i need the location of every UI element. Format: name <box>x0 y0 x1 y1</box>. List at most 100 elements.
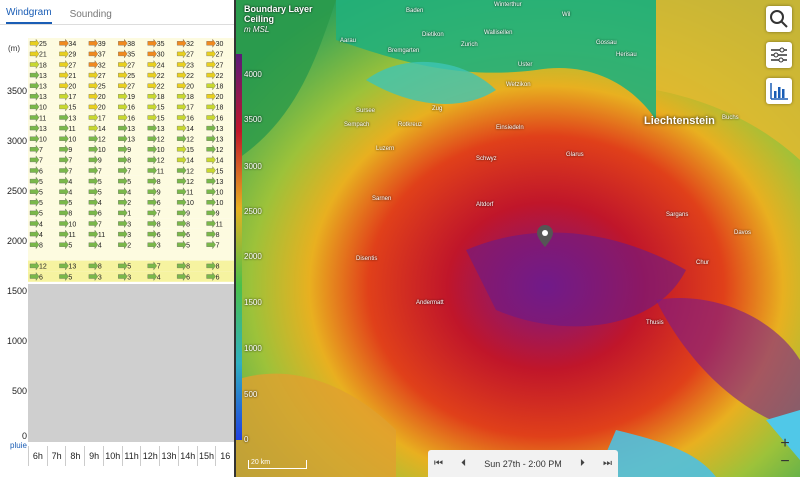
y-label-2000: 2000 <box>6 236 27 246</box>
wind-speed-label: 6 <box>39 274 43 281</box>
wind-speed-label: 2 <box>127 200 131 207</box>
wind-speed-label: 11 <box>68 232 75 239</box>
wind-speed-label: 21 <box>39 52 47 59</box>
hour-label: 13h <box>159 446 178 466</box>
wind-speed-label: 7 <box>157 264 161 271</box>
wind-speed-label: 6 <box>157 200 161 207</box>
tab-windgram[interactable]: Windgram <box>6 7 52 24</box>
wind-speed-label: 22 <box>186 73 194 80</box>
y-label-1000: 1000 <box>6 336 27 346</box>
place-label: Schwyz <box>476 156 497 162</box>
hour-label: 16 <box>215 446 234 466</box>
wind-speed-label: 17 <box>98 115 106 122</box>
place-label: Disentis <box>356 256 378 262</box>
wind-speed-label: 15 <box>186 147 194 154</box>
place-label: Sarnen <box>372 196 392 202</box>
map-view[interactable]: Boundary Layer Ceiling m MSL 4000 3500 3… <box>236 0 800 477</box>
wind-speed-label: 9 <box>68 147 72 154</box>
wind-speed-label: 19 <box>127 94 135 101</box>
wind-speed-label: 13 <box>39 84 47 91</box>
wind-speed-label: 13 <box>216 179 224 186</box>
wind-speed-label: 25 <box>39 41 47 48</box>
place-label: Herisau <box>616 52 637 58</box>
place-label: Andermatt <box>416 300 444 306</box>
place-label: Wetzikon <box>506 82 531 88</box>
search-button[interactable] <box>766 6 792 32</box>
wind-speed-label: 27 <box>127 84 135 91</box>
colorbar-label: 4000 <box>244 70 262 79</box>
wind-speed-label: 5 <box>186 243 190 250</box>
place-label: Glarus <box>566 152 584 158</box>
wind-speed-label: 35 <box>127 52 135 59</box>
wind-speed-label: 13 <box>127 126 135 133</box>
wind-speed-label: 37 <box>98 52 106 59</box>
settings-button[interactable] <box>766 42 792 68</box>
wind-speed-label: 10 <box>216 200 224 207</box>
wind-speed-label: 4 <box>39 221 43 228</box>
wind-speed-label: 9 <box>98 158 102 165</box>
wind-speed-label: 5 <box>127 264 131 271</box>
hour-label: 14h <box>177 446 197 466</box>
skip-back-icon[interactable]: ⏮ <box>434 458 443 469</box>
step-forward-icon[interactable]: ⏵ <box>580 458 585 469</box>
place-label: Sempach <box>344 122 370 128</box>
time-label: Sun 27th - 2:00 PM <box>484 458 562 469</box>
legend-unit: m MSL <box>244 25 270 34</box>
wind-speed-label: 6 <box>216 274 220 281</box>
wind-speed-label: 13 <box>127 137 135 144</box>
wind-speed-label: 4 <box>68 179 72 186</box>
wind-speed-label: 12 <box>157 158 165 165</box>
wind-speed-label: 34 <box>68 41 76 48</box>
wind-speed-label: 16 <box>127 105 135 112</box>
hour-label: 11h <box>121 446 141 466</box>
place-label: Baden <box>406 8 424 14</box>
windgram-panel: Windgram Sounding (m) 3500 3000 2500 200… <box>0 0 236 477</box>
zoom-in-button[interactable]: + <box>774 434 796 454</box>
hour-label: 9h <box>84 446 103 466</box>
colorbar-label: 2000 <box>244 252 262 261</box>
place-label: Wallisellen <box>484 30 513 36</box>
chart-button[interactable] <box>766 78 792 104</box>
place-label: Sursee <box>356 108 376 114</box>
wind-speed-label: 5 <box>98 179 102 186</box>
wind-speed-label: 9 <box>127 147 131 154</box>
wind-speed-label: 17 <box>68 94 76 101</box>
wind-speed-label: 8 <box>216 232 220 239</box>
wind-speed-label: 8 <box>216 264 220 271</box>
tab-sounding[interactable]: Sounding <box>70 9 112 24</box>
wind-speed-label: 4 <box>98 200 102 207</box>
y-label-2500: 2500 <box>6 186 27 196</box>
wind-speed-label: 29 <box>68 52 76 59</box>
colorbar-gradient <box>236 54 242 440</box>
wind-speed-label: 13 <box>39 94 47 101</box>
wind-speed-label: 18 <box>157 94 165 101</box>
wind-speed-label: 4 <box>68 190 72 197</box>
windgram-grid[interactable]: 25 34 39 38 35 32 3021 29 37 35 30 27 2718 27 32 27 24 23… <box>28 38 234 442</box>
wind-speed-label: 12 <box>186 168 194 175</box>
hour-label: 6h <box>28 446 47 466</box>
place-label: Uster <box>518 62 533 68</box>
place-label: Wil <box>562 12 571 18</box>
wind-speed-label: 30 <box>157 52 165 59</box>
wind-speed-label: 7 <box>68 168 72 175</box>
wind-speed-label: 3 <box>127 274 131 281</box>
hour-label: 15h <box>196 446 216 466</box>
step-back-icon[interactable]: ⏴ <box>461 458 466 469</box>
wind-speed-label: 5 <box>68 274 72 281</box>
altitude-unit: (m) <box>8 44 20 53</box>
zoom-out-button[interactable]: − <box>774 452 796 472</box>
skip-forward-icon[interactable]: ⏭ <box>603 458 612 469</box>
wind-speed-label: 27 <box>68 62 76 69</box>
time-controls: ⏮ ⏴ Sun 27th - 2:00 PM ⏵ ⏭ <box>428 450 618 477</box>
wind-speed-label: 16 <box>216 115 224 122</box>
wind-speed-label: 10 <box>68 221 76 228</box>
legend-title: Boundary Layer Ceiling <box>244 4 313 24</box>
place-label: Chur <box>696 260 710 266</box>
wind-speed-label: 11 <box>68 126 75 133</box>
wind-speed-label: 3 <box>157 243 161 250</box>
location-pin-icon[interactable] <box>537 225 553 247</box>
chart-icon <box>770 83 788 100</box>
wind-speed-label: 7 <box>216 243 220 250</box>
wind-speed-label: 22 <box>216 73 224 80</box>
wind-speed-label: 13 <box>68 264 76 271</box>
